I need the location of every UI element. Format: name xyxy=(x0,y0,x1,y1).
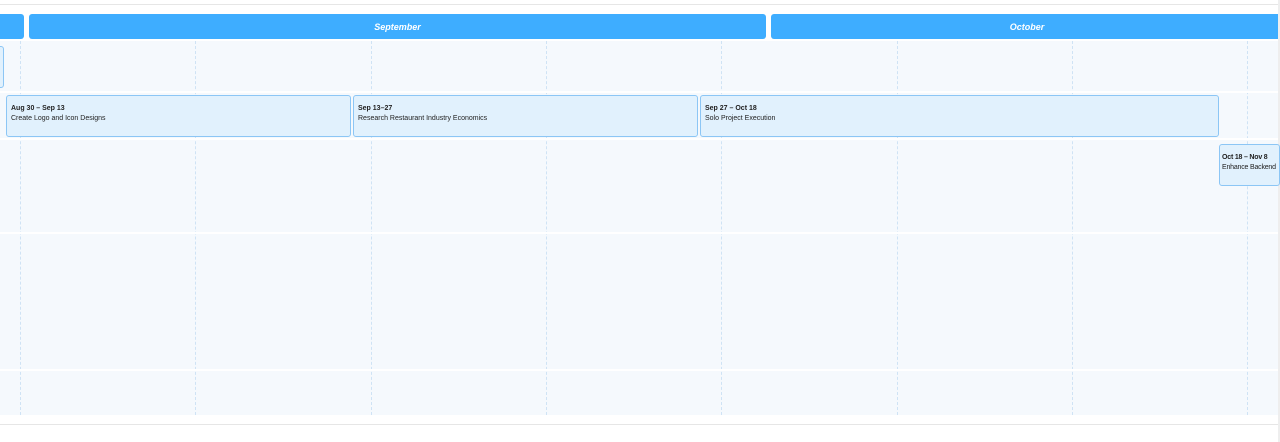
top-divider xyxy=(0,4,1280,5)
event-bar[interactable]: Sep 13–27 Research Restaurant Industry Ec… xyxy=(353,95,698,137)
event-dates: Aug 30 – Sep 13 xyxy=(11,105,65,112)
row-divider xyxy=(0,369,1280,371)
month-label: September xyxy=(374,21,421,32)
month-header-october: October xyxy=(771,14,1280,39)
month-header-september: September xyxy=(29,14,766,39)
event-dates: Sep 27 – Oct 18 xyxy=(705,105,757,112)
event-dates: Oct 18 – Nov 8 xyxy=(1222,154,1268,161)
event-bar[interactable]: Sep 27 – Oct 18 Solo Project Execution xyxy=(700,95,1219,137)
event-title: Create Logo and Icon Designs xyxy=(11,115,106,122)
event-bar[interactable] xyxy=(0,46,4,88)
week-divider xyxy=(1247,41,1248,415)
event-bar[interactable]: Oct 18 – Nov 8 Enhance Backend xyxy=(1219,144,1280,186)
event-title: Enhance Backend xyxy=(1222,164,1276,171)
row-divider xyxy=(0,91,1280,93)
event-title: Research Restaurant Industry Economics xyxy=(358,115,488,122)
bottom-divider xyxy=(0,424,1280,425)
month-header-august xyxy=(0,14,24,39)
row-divider xyxy=(0,232,1280,234)
row-divider xyxy=(0,138,1280,140)
event-title: Solo Project Execution xyxy=(705,115,776,122)
event-bar[interactable]: Aug 30 – Sep 13 Create Logo and Icon Desi… xyxy=(6,95,351,137)
month-label: October xyxy=(1009,21,1045,32)
event-dates: Sep 13–27 xyxy=(358,105,393,112)
